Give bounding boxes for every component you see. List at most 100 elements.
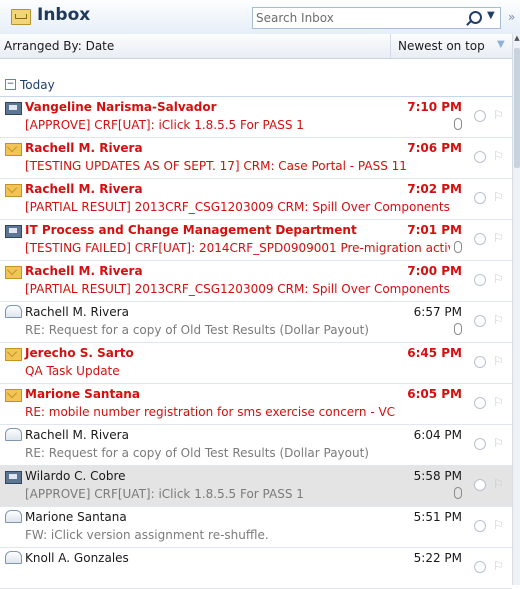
flag-icon[interactable]: ⚐ [493, 559, 504, 573]
flag-icon[interactable]: ⚐ [493, 272, 504, 286]
message-subject: [PARTIAL RESULT] 2013CRF_CSG1203009 CRM:… [25, 200, 450, 214]
sort-order-button[interactable]: Newest on top [398, 39, 485, 53]
category-icon[interactable] [474, 274, 486, 286]
message-time: 6:05 PM [407, 387, 462, 401]
message-time: 7:06 PM [407, 141, 462, 155]
category-icon[interactable] [474, 315, 486, 327]
search-icon[interactable] [469, 11, 482, 24]
message-row[interactable]: Rachell M. Rivera 7:02 PM [PARTIAL RESULT]… [0, 179, 512, 220]
sort-arrow-icon[interactable]: ▼ [497, 39, 505, 50]
expand-pane-icon[interactable]: » [508, 10, 515, 24]
message-time: 6:45 PM [407, 346, 462, 360]
category-icon[interactable] [474, 479, 486, 491]
flag-icon[interactable]: ⚐ [493, 108, 504, 122]
flag-icon[interactable]: ⚐ [493, 190, 504, 204]
message-sender: Rachell M. Rivera [25, 182, 143, 196]
message-subject: RE: Request for a copy of Old Test Resul… [25, 446, 369, 460]
group-label: Today [20, 78, 55, 92]
message-row[interactable]: Rachell M. Rivera 7:00 PM [PARTIAL RESULT]… [0, 261, 512, 302]
message-subject: [APPROVE] CRF[UAT]: iClick 1.8.5.5 For P… [25, 118, 304, 132]
message-time: 7:02 PM [407, 182, 462, 196]
message-sender: Wilardo C. Cobre [25, 469, 126, 483]
meeting-icon [5, 225, 22, 238]
message-time: 6:57 PM [413, 305, 462, 319]
message-row[interactable]: Jerecho S. Sarto 6:45 PM QA Task Update ⚐ [0, 343, 512, 384]
category-icon[interactable] [474, 192, 486, 204]
message-time: 5:51 PM [413, 510, 462, 524]
message-row[interactable]: Marione Santana 6:05 PM RE: mobile number … [0, 384, 512, 425]
message-time: 7:01 PM [407, 223, 462, 237]
message-sender: Knoll A. Gonzales [25, 551, 129, 565]
message-subject: RE: mobile number registration for sms e… [25, 405, 396, 419]
attachment-icon [454, 118, 462, 130]
flag-icon[interactable]: ⚐ [493, 395, 504, 409]
message-sender: Rachell M. Rivera [25, 305, 129, 319]
attachment-icon [454, 487, 462, 499]
vertical-scrollbar[interactable]: ▲ [512, 34, 520, 585]
arrange-by-button[interactable]: Arranged By: Date [4, 39, 114, 53]
category-icon[interactable] [474, 151, 486, 163]
message-row[interactable]: Rachell M. Rivera 6:57 PM RE: Request for … [0, 302, 512, 343]
message-row[interactable]: IT Process and Change Management Departm… [0, 220, 512, 261]
search-input[interactable] [256, 9, 446, 26]
scroll-up-icon[interactable]: ▲ [513, 34, 520, 46]
flag-icon[interactable]: ⚐ [493, 313, 504, 327]
envelope-icon [5, 348, 22, 361]
meeting-icon [5, 102, 22, 115]
message-sender: IT Process and Change Management Departm… [25, 223, 357, 237]
message-time: 7:00 PM [407, 264, 462, 278]
envelope-icon [5, 266, 22, 279]
message-sender: Marione Santana [25, 510, 127, 524]
arrange-bar: Arranged By: Date Newest on top ▼ [0, 34, 512, 59]
open-envelope-icon [5, 305, 22, 318]
inbox-folder-icon [11, 9, 31, 25]
attachment-icon [454, 323, 462, 335]
flag-icon[interactable]: ⚐ [493, 436, 504, 450]
divider [390, 34, 391, 58]
category-icon[interactable] [474, 561, 486, 573]
message-row[interactable]: Rachell M. Rivera 7:06 PM [TESTING UPDATES… [0, 138, 512, 179]
collapse-icon[interactable]: − [5, 79, 16, 90]
message-row[interactable]: Marione Santana 5:51 PM FW: iClick version… [0, 507, 512, 548]
category-icon[interactable] [474, 356, 486, 368]
message-time: 6:04 PM [413, 428, 462, 442]
folder-header: Inbox ▼ » [0, 0, 520, 35]
folder-title: Inbox [37, 5, 91, 25]
attachment-icon [454, 241, 462, 253]
message-sender: Marione Santana [25, 387, 140, 401]
message-sender: Rachell M. Rivera [25, 264, 143, 278]
flag-icon[interactable]: ⚐ [493, 231, 504, 245]
message-list: Vangeline Narisma-Salvador 7:10 PM [APPROV… [0, 97, 512, 589]
message-subject: [APPROVE] CRF[UAT]: iClick 1.8.5.5 For P… [25, 487, 304, 501]
message-row[interactable]: Rachell M. Rivera 6:04 PM RE: Request for … [0, 425, 512, 466]
message-time: 7:10 PM [407, 100, 462, 114]
message-row[interactable]: Vangeline Narisma-Salvador 7:10 PM [APPROV… [0, 97, 512, 138]
flag-icon[interactable]: ⚐ [493, 477, 504, 491]
flag-icon[interactable]: ⚐ [493, 354, 504, 368]
message-sender: Rachell M. Rivera [25, 428, 129, 442]
open-envelope-icon [5, 510, 22, 523]
category-icon[interactable] [474, 397, 486, 409]
category-icon[interactable] [474, 520, 486, 532]
meeting-icon [5, 471, 22, 484]
category-icon[interactable] [474, 438, 486, 450]
search-options-chevron-icon[interactable]: ▼ [487, 10, 495, 21]
message-time: 5:58 PM [413, 469, 462, 483]
message-subject: [PARTIAL RESULT] 2013CRF_CSG1203009 CRM:… [25, 282, 450, 296]
flag-icon[interactable]: ⚐ [493, 518, 504, 532]
open-envelope-icon [5, 551, 22, 564]
message-sender: Vangeline Narisma-Salvador [25, 100, 217, 114]
message-row[interactable]: Wilardo C. Cobre 5:58 PM [APPROVE] CRF[UAT… [0, 466, 512, 507]
message-row[interactable]: Knoll A. Gonzales 5:22 PM ⚐ [0, 548, 512, 589]
scroll-thumb[interactable] [514, 48, 520, 168]
search-box[interactable]: ▼ [252, 7, 501, 29]
message-time: 5:22 PM [413, 551, 462, 565]
category-icon[interactable] [474, 110, 486, 122]
message-sender: Rachell M. Rivera [25, 141, 143, 155]
message-subject: QA Task Update [25, 364, 120, 378]
envelope-icon [5, 389, 22, 402]
category-icon[interactable] [474, 233, 486, 245]
group-header-today[interactable]: − Today [0, 74, 512, 97]
message-subject: RE: Request for a copy of Old Test Resul… [25, 323, 369, 337]
flag-icon[interactable]: ⚐ [493, 149, 504, 163]
